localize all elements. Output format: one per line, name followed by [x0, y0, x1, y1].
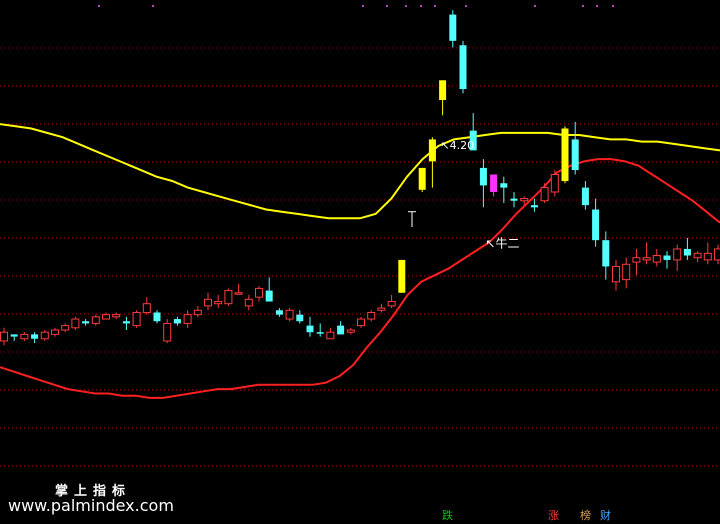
candle-body [10, 334, 18, 337]
top-marker [596, 5, 598, 7]
watermark-url: www.palmindex.com [8, 496, 174, 515]
badge-down[interactable]: 跌 [440, 509, 455, 523]
candle-body [132, 311, 141, 327]
top-marker [98, 5, 100, 7]
candle-body [632, 257, 641, 263]
candle-body [500, 183, 508, 188]
candle-body [224, 290, 233, 305]
badge-finance[interactable]: 财 [598, 509, 613, 523]
candle-body [449, 14, 457, 41]
top-marker [386, 5, 388, 7]
candle-body [183, 314, 192, 324]
candle-body [612, 265, 620, 283]
top-marker [582, 5, 584, 7]
candle-body [602, 240, 610, 267]
top-marker [405, 5, 407, 7]
candle-body [193, 309, 202, 316]
candle-body [459, 45, 467, 90]
candle-body [204, 298, 212, 307]
candle-body [714, 248, 720, 261]
top-marker [465, 5, 467, 7]
candle-body [540, 187, 549, 202]
top-marker [534, 5, 536, 7]
badge-rank[interactable]: 榜 [578, 509, 593, 523]
candle-body [20, 333, 29, 340]
candle-body [31, 334, 39, 339]
candle-body [112, 314, 121, 318]
candle-body [520, 198, 529, 202]
candle-body [234, 292, 243, 295]
candle-body [398, 259, 406, 293]
candle-body [316, 332, 324, 334]
candlestick-chart: ↖4.20 ↖牛二 [0, 5, 720, 467]
candle-body [439, 80, 447, 100]
candle-body [550, 173, 559, 193]
candle-body [683, 248, 691, 256]
candle-body [40, 331, 49, 340]
candle-body [622, 263, 631, 281]
candle-body [490, 174, 498, 192]
candle-body [153, 312, 161, 322]
candle-body [61, 325, 70, 331]
top-marker [420, 5, 422, 7]
candle-body [418, 167, 426, 190]
candle-body [265, 290, 273, 302]
candle-body [173, 319, 181, 324]
candle-body [663, 255, 671, 260]
high-price-label: ↖4.20 [440, 139, 474, 152]
candle-body [428, 139, 436, 162]
top-marker [434, 5, 436, 7]
candle-body [387, 301, 396, 307]
candle-body [71, 318, 80, 329]
candle-body [163, 322, 172, 342]
candle-body [326, 331, 335, 340]
candle-body [255, 287, 263, 298]
candle-body [703, 252, 712, 261]
candle-body [82, 321, 90, 324]
candle-body [571, 139, 579, 171]
top-marker [152, 5, 154, 7]
candle-body [285, 309, 294, 320]
ma-long-line [0, 123, 720, 220]
candle-body [367, 311, 376, 320]
top-marker [612, 5, 614, 7]
candle-body [122, 321, 130, 324]
candle-body [142, 303, 151, 313]
candle-body [306, 325, 314, 333]
top-marker [362, 5, 364, 7]
candle-body [91, 316, 100, 324]
candle-body [102, 314, 110, 320]
candle-body [642, 257, 651, 261]
candle-body [673, 248, 682, 261]
candle-body [652, 255, 661, 263]
candle-body [561, 128, 569, 182]
candle-body [337, 325, 345, 335]
candle-body [214, 301, 223, 305]
candle-body [510, 198, 518, 201]
candle-body [244, 298, 253, 307]
candle-body [377, 307, 386, 311]
signal-label: ↖牛二 [485, 235, 519, 250]
candle-body [479, 167, 487, 186]
candle-body [346, 329, 355, 333]
candle-body [592, 209, 600, 241]
candle-body [275, 310, 283, 315]
candle-body [581, 187, 589, 206]
candle-body [530, 205, 538, 208]
candle-body [693, 252, 702, 259]
candle-body [51, 329, 59, 335]
badge-up[interactable]: 涨 [546, 509, 561, 523]
candle-body [0, 331, 8, 342]
candle-body [357, 318, 365, 327]
candle-body [296, 314, 304, 322]
